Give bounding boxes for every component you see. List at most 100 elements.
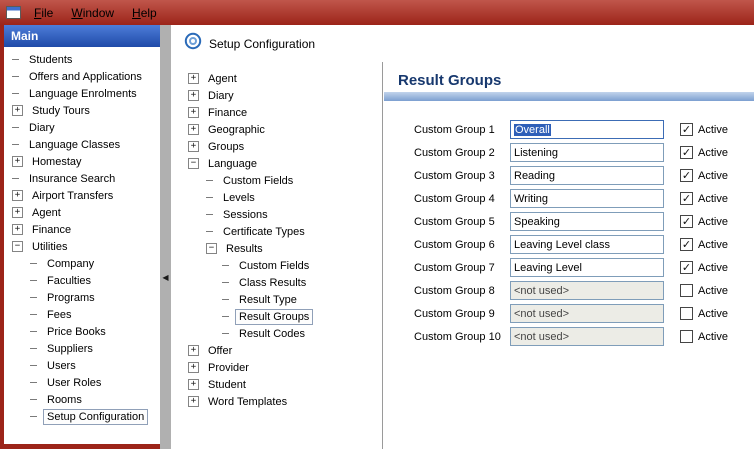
input-value: Listening	[514, 147, 558, 159]
leaf-dash	[206, 180, 213, 181]
sidebar-splitter[interactable]: ◀	[160, 25, 171, 449]
sidebar-item-airport-transfers[interactable]: + Airport Transfers	[4, 187, 160, 204]
sidebar-item-suppliers[interactable]: Suppliers	[4, 340, 160, 357]
sidebar-item-fees[interactable]: Fees	[4, 306, 160, 323]
collapse-sidebar-button[interactable]: ◀	[160, 273, 171, 282]
custom-group-3-active-checkbox[interactable]: ✓	[680, 169, 693, 182]
config-item-word-templates[interactable]: +Word Templates	[180, 393, 382, 410]
menu-help[interactable]: Help	[123, 3, 166, 23]
expand-icon[interactable]: +	[12, 105, 23, 116]
expand-icon[interactable]: +	[188, 124, 199, 135]
custom-group-10-active-checkbox[interactable]	[680, 330, 693, 343]
leaf-dash	[30, 280, 37, 281]
expand-icon[interactable]: +	[188, 141, 199, 152]
expand-icon[interactable]: +	[188, 345, 199, 356]
custom-group-6-active-checkbox[interactable]: ✓	[680, 238, 693, 251]
custom-group-8-input[interactable]: <not used>	[510, 281, 664, 300]
sidebar-title: Main	[11, 29, 38, 43]
config-item-student[interactable]: +Student	[180, 376, 382, 393]
sidebar-item-rooms[interactable]: Rooms	[4, 391, 160, 408]
expand-icon[interactable]: +	[188, 107, 199, 118]
expand-icon[interactable]: +	[188, 73, 199, 84]
input-value: Overall	[514, 124, 551, 136]
config-item-finance[interactable]: +Finance	[180, 104, 382, 121]
sidebar-item-homestay[interactable]: +Homestay	[4, 153, 160, 170]
expand-icon[interactable]: +	[188, 90, 199, 101]
sidebar-item-users[interactable]: Users	[4, 357, 160, 374]
custom-group-5-input[interactable]: Speaking	[510, 212, 664, 231]
sidebar-item-language-classes[interactable]: Language Classes	[4, 136, 160, 153]
field-label: Custom Group 2	[414, 147, 510, 159]
config-item-label: Result Groups	[236, 310, 312, 324]
sidebar-item-students[interactable]: Students	[4, 51, 160, 68]
sidebar-item-utilities[interactable]: −Utilities	[4, 238, 160, 255]
custom-group-2-input[interactable]: Listening	[510, 143, 664, 162]
config-item-certificate-types[interactable]: Certificate Types	[180, 223, 382, 240]
sidebar-item-faculties[interactable]: Faculties	[4, 272, 160, 289]
custom-group-1-active-checkbox[interactable]: ✓	[680, 123, 693, 136]
menu-window[interactable]: Window	[62, 3, 123, 23]
custom-group-3-input[interactable]: Reading	[510, 166, 664, 185]
sidebar-item-label: Airport Transfers	[29, 189, 116, 203]
sidebar-item-insurance-search[interactable]: Insurance Search	[4, 170, 160, 187]
sidebar-item-user-roles[interactable]: User Roles	[4, 374, 160, 391]
expand-icon[interactable]: +	[188, 396, 199, 407]
expand-icon[interactable]: +	[188, 379, 199, 390]
config-item-result-codes[interactable]: Result Codes	[180, 325, 382, 342]
config-item-sessions[interactable]: Sessions	[180, 206, 382, 223]
config-item-diary[interactable]: +Diary	[180, 87, 382, 104]
field-label: Custom Group 10	[414, 331, 510, 343]
expand-icon[interactable]: +	[12, 190, 23, 201]
sidebar-item-setup-configuration[interactable]: Setup Configuration	[4, 408, 160, 425]
active-label: Active	[698, 147, 728, 159]
sidebar-item-label: Price Books	[44, 325, 109, 339]
custom-group-4-active-checkbox[interactable]: ✓	[680, 192, 693, 205]
custom-group-4-input[interactable]: Writing	[510, 189, 664, 208]
config-item-result-type[interactable]: Result Type	[180, 291, 382, 308]
sidebar-item-agent[interactable]: +Agent	[4, 204, 160, 221]
expand-icon[interactable]: +	[12, 207, 23, 218]
custom-group-9-active-checkbox[interactable]	[680, 307, 693, 320]
custom-group-8-active-checkbox[interactable]	[680, 284, 693, 297]
field-label: Custom Group 9	[414, 308, 510, 320]
custom-group-6-input[interactable]: Leaving Level class	[510, 235, 664, 254]
sidebar-item-finance[interactable]: +Finance	[4, 221, 160, 238]
config-item-agent[interactable]: +Agent	[180, 70, 382, 87]
config-item-language[interactable]: −Language	[180, 155, 382, 172]
collapse-icon[interactable]: −	[206, 243, 217, 254]
sidebar-item-language-enrolments[interactable]: Language Enrolments	[4, 85, 160, 102]
menu-bar: FileWindowHelp	[0, 0, 754, 25]
config-item-custom-fields[interactable]: Custom Fields	[180, 172, 382, 189]
sidebar-item-programs[interactable]: Programs	[4, 289, 160, 306]
sidebar-item-company[interactable]: Company	[4, 255, 160, 272]
field-label: Custom Group 4	[414, 193, 510, 205]
collapse-icon[interactable]: −	[188, 158, 199, 169]
menu-file[interactable]: File	[25, 3, 62, 23]
collapse-icon[interactable]: −	[12, 241, 23, 252]
expand-icon[interactable]: +	[12, 156, 23, 167]
sidebar-item-offers-and-applications[interactable]: Offers and Applications	[4, 68, 160, 85]
config-item-offer[interactable]: +Offer	[180, 342, 382, 359]
expand-icon[interactable]: +	[12, 224, 23, 235]
sidebar-item-diary[interactable]: Diary	[4, 119, 160, 136]
config-item-custom-fields[interactable]: Custom Fields	[180, 257, 382, 274]
custom-group-10-input[interactable]: <not used>	[510, 327, 664, 346]
sidebar-item-price-books[interactable]: Price Books	[4, 323, 160, 340]
custom-group-1-input[interactable]: Overall	[510, 120, 664, 139]
config-item-geographic[interactable]: +Geographic	[180, 121, 382, 138]
custom-group-5-active-checkbox[interactable]: ✓	[680, 215, 693, 228]
custom-group-9-input[interactable]: <not used>	[510, 304, 664, 323]
config-item-class-results[interactable]: Class Results	[180, 274, 382, 291]
config-item-provider[interactable]: +Provider	[180, 359, 382, 376]
config-item-groups[interactable]: +Groups	[180, 138, 382, 155]
leaf-dash	[30, 365, 37, 366]
expand-icon[interactable]: +	[188, 362, 199, 373]
leaf-dash	[222, 265, 229, 266]
custom-group-7-input[interactable]: Leaving Level	[510, 258, 664, 277]
config-item-result-groups[interactable]: Result Groups	[180, 308, 382, 325]
custom-group-7-active-checkbox[interactable]: ✓	[680, 261, 693, 274]
config-item-levels[interactable]: Levels	[180, 189, 382, 206]
sidebar-item-study-tours[interactable]: +Study Tours	[4, 102, 160, 119]
config-item-results[interactable]: −Results	[180, 240, 382, 257]
custom-group-2-active-checkbox[interactable]: ✓	[680, 146, 693, 159]
